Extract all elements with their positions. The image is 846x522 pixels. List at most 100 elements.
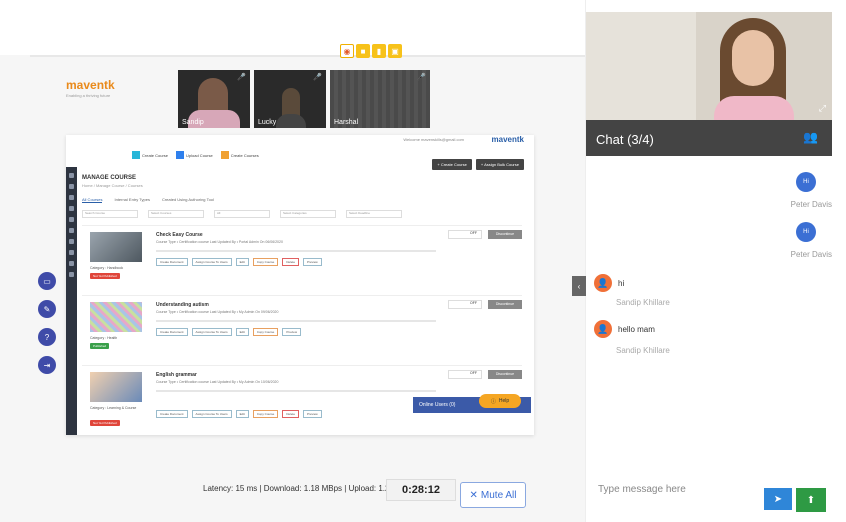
floating-tools: ▭ ✎ ? ⇥ — [38, 272, 56, 374]
course-category: Category : Health — [90, 336, 118, 340]
assign-bulk-course-button[interactable]: + Assign Bulk Course — [475, 159, 524, 170]
publish-toggle[interactable]: OFF — [448, 300, 482, 309]
assign-course-tag[interactable]: Assign Course To Users — [191, 328, 232, 336]
tab-internal-entry[interactable]: Internal Entry Types — [114, 197, 150, 203]
discontinue-button[interactable]: Discontinue — [488, 370, 522, 379]
create-document-tag[interactable]: Create Document — [156, 410, 188, 418]
mic-icon[interactable]: ▮ — [372, 44, 386, 58]
edit-tag[interactable]: Edit — [235, 328, 249, 336]
course-meta: Course Type • Certification course Last … — [156, 380, 279, 384]
course-actions: + Create Course + Assign Bulk Course — [432, 159, 524, 170]
logo-tagline: Enabling a thriving future — [66, 93, 111, 98]
delete-tag[interactable]: Delete — [282, 258, 299, 266]
create-course-button[interactable]: + Create Course — [432, 159, 472, 170]
course-row: Category : Health Published Understandin… — [82, 295, 522, 363]
sidebar-icon[interactable] — [69, 272, 74, 277]
mute-all-button[interactable]: ✕ Mute All — [460, 482, 526, 508]
sidebar-icon[interactable] — [69, 261, 74, 266]
preview-tag[interactable]: Preview — [282, 328, 301, 336]
quick-link-upload-course[interactable]: Upload Course — [176, 151, 213, 159]
message-input[interactable]: Type message here — [598, 484, 686, 495]
copy-course-tag[interactable]: Copy Course — [252, 410, 279, 418]
participant-tile[interactable]: 🎤 Lucky — [254, 70, 326, 128]
question-icon[interactable]: ? — [38, 328, 56, 346]
collapse-chat-button[interactable]: ‹ — [572, 276, 586, 296]
publish-toggle[interactable]: OFF — [448, 230, 482, 239]
select-all-dropdown[interactable]: All — [214, 210, 270, 218]
mic-icon: 🎤 — [313, 74, 322, 81]
participant-tiles: 🎤 Sandip 🎤 Lucky 🎤 Harshal — [178, 70, 430, 128]
participant-tile[interactable]: 🎤 Sandip — [178, 70, 250, 128]
sidebar-icon[interactable] — [69, 239, 74, 244]
course-meta: Course Type • Certification course Last … — [156, 310, 279, 314]
exit-icon[interactable]: ⇥ — [38, 356, 56, 374]
users-icon[interactable]: 👥 — [803, 130, 818, 144]
chat-title: Chat (3/4) — [596, 132, 654, 147]
assign-course-tag[interactable]: Assign Course To Users — [191, 410, 232, 418]
session-timer: 0:28:12 — [386, 479, 456, 501]
sidebar-icon[interactable] — [69, 206, 74, 211]
course-title[interactable]: English grammar — [156, 372, 197, 378]
send-button[interactable]: ➤ — [764, 488, 792, 510]
participant-tile[interactable]: 🎤 Harshal — [330, 70, 430, 128]
user-avatar-icon: 👤 — [594, 320, 612, 338]
expand-icon[interactable]: ⤢ — [819, 103, 826, 114]
status-badge: Not Yet Published — [90, 273, 120, 279]
sidebar-icon[interactable] — [69, 228, 74, 233]
copy-course-tag[interactable]: Copy Course — [252, 328, 279, 336]
status-badge: Published — [90, 343, 110, 349]
course-title[interactable]: Check Easy Course — [156, 232, 203, 238]
screen-share-toolbar: ◉ ■ ▮ ▣ — [340, 44, 402, 58]
select-categories-dropdown[interactable]: Select Categories — [280, 210, 336, 218]
share-screen-icon[interactable]: ▣ — [388, 44, 402, 58]
breadcrumb: Home / Manage Course / Courses — [82, 183, 143, 188]
assign-course-tag[interactable]: Assign Course To Users — [191, 258, 232, 266]
copy-course-tag[interactable]: Copy Course — [252, 258, 279, 266]
preview-tag[interactable]: Preview — [303, 410, 322, 418]
create-document-tag[interactable]: Create Document — [156, 328, 188, 336]
select-courses-dropdown[interactable]: Select Courses — [148, 210, 204, 218]
tab-all-courses[interactable]: All Courses — [82, 197, 103, 203]
chat-message: 👤 hi — [594, 274, 624, 292]
select-deadline-dropdown[interactable]: Select Deadline — [346, 210, 402, 218]
course-title[interactable]: Understanding autism — [156, 302, 209, 308]
app-sidebar — [66, 167, 77, 435]
mic-icon: 🎤 — [417, 74, 426, 81]
publish-toggle[interactable]: OFF — [448, 370, 482, 379]
upload-button[interactable]: ⬆ — [796, 488, 826, 512]
shared-screen-app: Create Course Upload Course Create Cours… — [66, 135, 534, 435]
sidebar-icon[interactable] — [69, 173, 74, 178]
course-tags: Create Document Assign Course To Users E… — [156, 258, 322, 266]
quick-link-create-course[interactable]: Create Course — [132, 151, 168, 159]
upload-icon: ⬆ — [806, 494, 816, 506]
sidebar-icon[interactable] — [69, 217, 74, 222]
app-user-email: Welcome mavenskills@gmail.com — [403, 137, 464, 142]
tab-authoring-tool[interactable]: Created Using Authoring Tool — [162, 197, 214, 203]
sidebar-icon[interactable] — [69, 250, 74, 255]
delete-tag[interactable]: Delete — [282, 410, 299, 418]
chevron-left-icon: ‹ — [577, 281, 581, 291]
upload-icon — [176, 151, 185, 159]
video-icon[interactable]: ■ — [356, 44, 370, 58]
course-tags: Create Document Assign Course To Users E… — [156, 410, 322, 418]
course-meta: Course Type • Certification course Last … — [156, 240, 283, 244]
message-sender: Peter Davis — [790, 250, 832, 259]
discontinue-button[interactable]: Discontinue — [488, 230, 522, 239]
create-document-tag[interactable]: Create Document — [156, 258, 188, 266]
sidebar-icon[interactable] — [69, 184, 74, 189]
search-course-input[interactable]: Search Course — [82, 210, 138, 218]
discontinue-button[interactable]: Discontinue — [488, 300, 522, 309]
monitor-icon[interactable]: ▭ — [38, 272, 56, 290]
course-category: Category : Handbook — [90, 266, 124, 270]
pencil-icon[interactable]: ✎ — [38, 300, 56, 318]
help-button[interactable]: ⓘ Help — [479, 394, 521, 408]
quick-link-create-courses[interactable]: Create Courses — [220, 151, 259, 159]
self-video: ⤢ — [586, 12, 832, 120]
preview-tag[interactable]: Preview — [303, 258, 322, 266]
sidebar-icon[interactable] — [69, 195, 74, 200]
edit-tag[interactable]: Edit — [235, 258, 249, 266]
firefox-icon[interactable]: ◉ — [340, 44, 354, 58]
edit-tag[interactable]: Edit — [235, 410, 249, 418]
meeting-stage: maventk Enabling a thriving future ◉ ■ ▮… — [0, 0, 585, 522]
course-thumbnail — [90, 372, 142, 402]
